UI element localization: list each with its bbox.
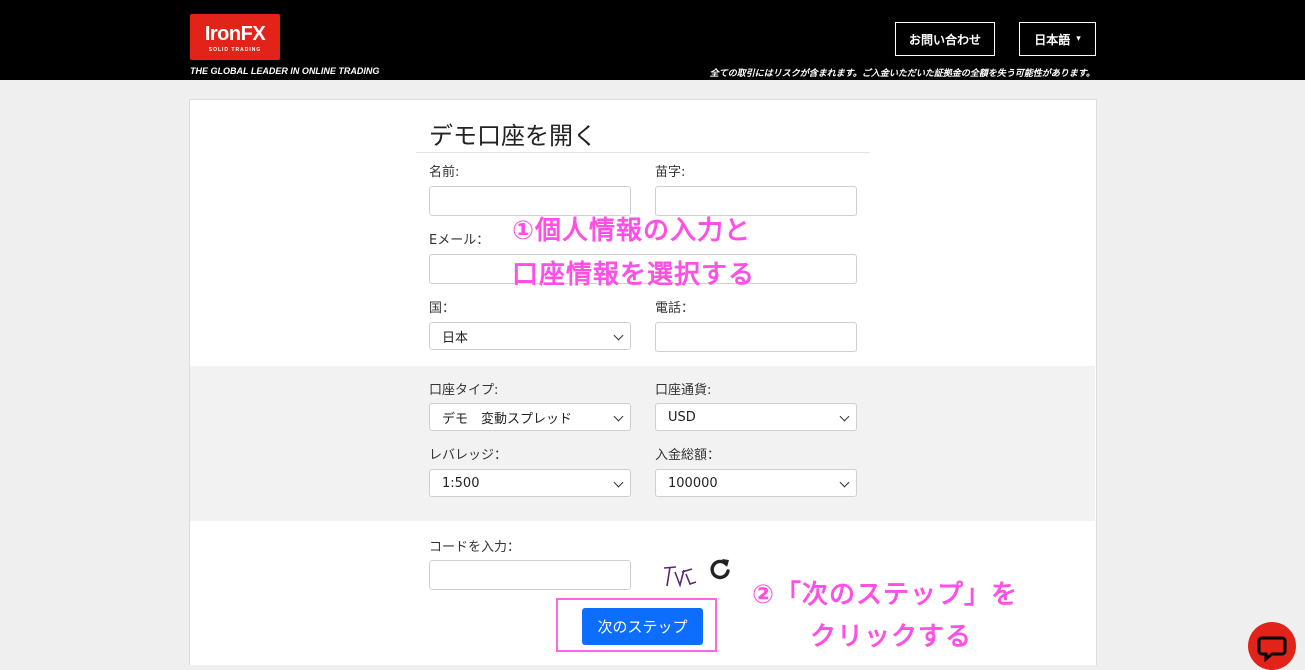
language-selector[interactable]: 日本語 ▾ [1019,22,1096,56]
phone-label: 電話： [655,301,695,316]
site-header: IronFX SOLID TRADING THE GLOBAL LEADER I… [0,0,1305,80]
account-type-select[interactable]: デモ 変動スプレッド [429,403,631,431]
phone-input[interactable] [655,322,857,352]
annotation-step1-line1: ①個人情報の入力と [512,216,752,246]
chevron-down-icon: ▾ [1076,34,1081,44]
next-step-label: 次のステップ [597,618,688,636]
chevron-down-icon [613,330,624,341]
contact-button[interactable]: お問い合わせ [895,22,995,56]
logo-subtitle: SOLID TRADING [208,47,262,53]
annotation-step1-line2: 口座情報を選択する [512,260,756,290]
leverage-label: レバレッジ： [429,448,508,463]
currency-value: USD [668,409,696,425]
page-title: デモ口座を開く [429,122,597,150]
deposit-select[interactable]: 100000 [655,469,857,497]
chat-icon [1257,636,1287,663]
leverage-value: 1:500 [442,475,480,491]
chevron-down-icon [839,477,850,488]
language-label: 日本語 [1034,32,1071,47]
logo-wordmark: IronFX [204,23,266,45]
ironfx-logo[interactable]: IronFX SOLID TRADING [190,14,280,60]
account-settings-section [190,366,1095,521]
leverage-select[interactable]: 1:500 [429,469,631,497]
next-step-button[interactable]: 次のステップ [582,608,703,645]
risk-warning: 全ての取引にはリスクが含まれます。ご入金いただいた証拠金の全額を失う可能性があり… [709,69,1095,79]
captcha-label: コードを入力： [429,540,521,555]
deposit-label: 入金総額： [655,448,721,463]
first-name-label: 名前: [429,165,460,180]
chevron-down-icon [613,411,624,422]
email-label: Eメール： [429,233,490,248]
deposit-value: 100000 [668,475,718,491]
account-type-value: デモ 変動スプレッド [442,411,573,427]
refresh-icon[interactable] [707,556,733,582]
currency-label: 口座通貨: [655,383,712,398]
chat-widget-button[interactable] [1248,622,1296,670]
tagline: THE GLOBAL LEADER IN ONLINE TRADING [190,66,380,76]
currency-select[interactable]: USD [655,403,857,431]
chevron-down-icon [839,411,850,422]
captcha-input[interactable] [429,560,631,590]
contact-button-label: お問い合わせ [908,32,981,47]
last-name-label: 苗字: [655,165,686,180]
account-type-label: 口座タイプ: [429,383,499,398]
country-value: 日本 [442,330,469,346]
country-label: 国： [429,301,456,316]
annotation-step2-line2: クリックする [810,622,973,652]
title-divider [416,152,870,153]
chevron-down-icon [613,477,624,488]
captcha-image [663,566,697,588]
annotation-step2-line1: ②「次のステップ」を [752,580,1019,610]
country-select[interactable]: 日本 [429,322,631,350]
